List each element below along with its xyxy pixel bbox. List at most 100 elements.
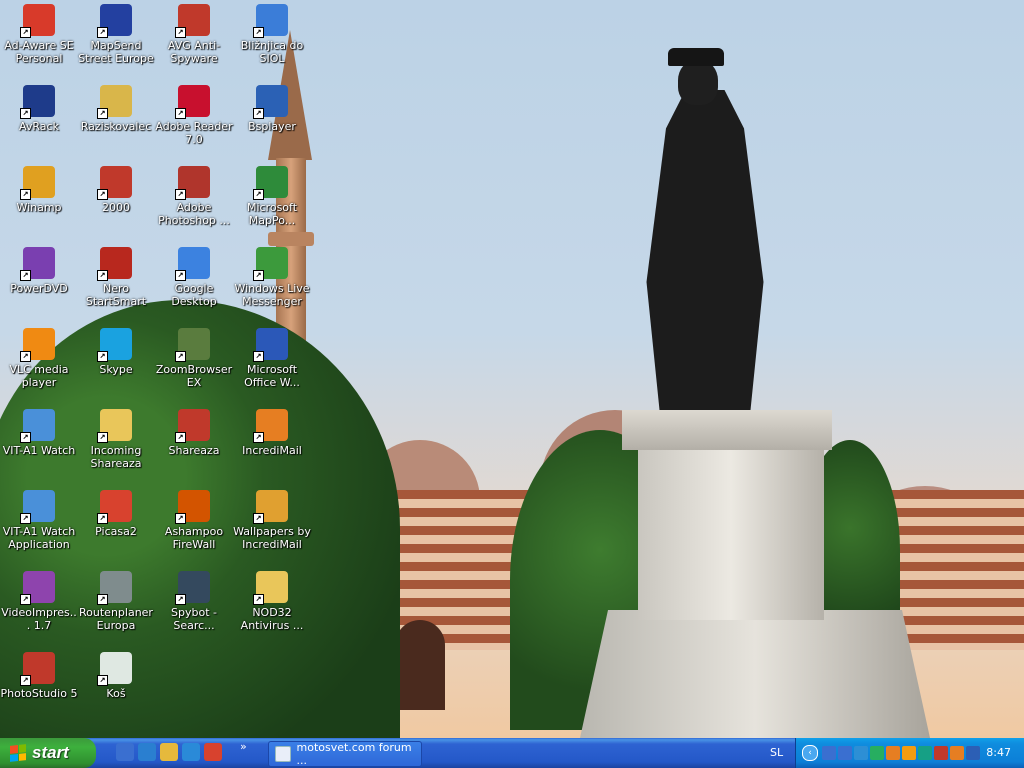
desktop-icon[interactable]: ↗ Wallpapers by IncrediMail: [233, 488, 311, 551]
quick-launch-more-button[interactable]: »: [240, 740, 247, 753]
winamp-icon: ↗: [20, 166, 55, 200]
desktop-icon[interactable]: ↗ AvRack: [0, 83, 78, 133]
desktop-icon[interactable]: ↗ VideoImpres... 1.7: [0, 569, 78, 632]
desktop-icon-label: VIT-A1 Watch: [2, 444, 76, 457]
mappoint-icon: ↗: [253, 166, 288, 200]
nero-icon: ↗: [97, 247, 132, 281]
statue-pedestal: [638, 445, 824, 620]
desktop-icon[interactable]: ↗ Raziskovalec: [77, 83, 155, 133]
mail-icon[interactable]: [204, 743, 222, 761]
desktop-icon[interactable]: ↗ IncrediMail: [233, 407, 311, 457]
desktop-icon-label: Routenplaner Europa: [79, 606, 153, 632]
shortcut-arrow-icon: ↗: [253, 513, 264, 524]
network-icon[interactable]: [822, 746, 836, 760]
avg-icon: ↗: [175, 4, 210, 38]
desktop-icon[interactable]: ↗ PowerDVD: [0, 245, 78, 295]
skype-icon: ↗: [97, 328, 132, 362]
circle-icon[interactable]: [934, 746, 948, 760]
folder-icon[interactable]: [160, 743, 178, 761]
desktop-icon[interactable]: ↗ Nero StartSmart: [77, 245, 155, 308]
desktop-icon[interactable]: ↗ Microsoft MapPo...: [233, 164, 311, 227]
shortcut-arrow-icon: ↗: [175, 513, 186, 524]
mapsend-icon: ↗: [97, 4, 132, 38]
language-indicator[interactable]: SL: [770, 746, 783, 759]
shortcut-arrow-icon: ↗: [20, 27, 31, 38]
desktop-icon-label: VLC media player: [9, 363, 69, 389]
shortcut-arrow-icon: ↗: [175, 108, 186, 119]
desktop-icon[interactable]: ↗ ZoomBrowser EX: [155, 326, 233, 389]
word-icon: ↗: [253, 328, 288, 362]
desktop-icon[interactable]: ↗ 2000: [77, 164, 155, 214]
desktop-icon[interactable]: ↗ VIT-A1 Watch Application: [0, 488, 78, 551]
desktop-icon[interactable]: ↗ Ad-Aware SE Personal: [0, 2, 78, 65]
desktop-icon[interactable]: ↗ PhotoStudio 5: [0, 650, 78, 700]
settings-icon[interactable]: [116, 743, 134, 761]
system-tray: ‹ 8:47: [795, 738, 1024, 768]
desktop-icon-label: AVG Anti-Spyware: [167, 39, 221, 65]
desktop-icon[interactable]: ↗ VLC media player: [0, 326, 78, 389]
desktop-icon-label: Wallpapers by IncrediMail: [233, 525, 311, 551]
shortcut-arrow-icon: ↗: [20, 513, 31, 524]
desktop-icon[interactable]: ↗ Picasa2: [77, 488, 155, 538]
desktop-icon[interactable]: ↗ Google Desktop: [155, 245, 233, 308]
start-button[interactable]: start: [0, 738, 96, 768]
desktop-icon-label: Picasa2: [95, 525, 137, 538]
desktop-icon[interactable]: ↗ Winamp: [0, 164, 78, 214]
desktop-icon[interactable]: ↗ Incoming Shareaza: [77, 407, 155, 470]
desktop-icon[interactable]: ↗ Adobe Photoshop ...: [155, 164, 233, 227]
shortcut-arrow-icon: ↗: [253, 594, 264, 605]
desktop-icon-label: IncrediMail: [242, 444, 302, 457]
sync-icon[interactable]: [854, 746, 868, 760]
vit-watch-icon: ↗: [20, 409, 55, 443]
media-player-icon[interactable]: [138, 743, 156, 761]
shortcut-arrow-icon: ↗: [253, 270, 264, 281]
desktop-icon[interactable]: ↗ Shareaza: [155, 407, 233, 457]
desktop-icon-label: Ashampoo FireWall: [164, 525, 224, 551]
desktop-icon[interactable]: ↗ NOD32 Antivirus ...: [233, 569, 311, 632]
incredimail-icon: ↗: [253, 409, 288, 443]
desktop-icon[interactable]: ↗ Windows Live Messenger: [233, 245, 311, 308]
desktop-icon[interactable]: ↗ Microsoft Office W...: [233, 326, 311, 389]
antivirus-icon[interactable]: [918, 746, 932, 760]
desktop-icon-label: NOD32 Antivirus ...: [240, 606, 304, 632]
avrack-icon: ↗: [20, 85, 55, 119]
clock[interactable]: 8:47: [986, 746, 1011, 759]
shortcut-arrow-icon: ↗: [97, 108, 108, 119]
statue-pedestal-base: [580, 610, 930, 738]
desktop-icon[interactable]: ↗ Routenplaner Europa: [77, 569, 155, 632]
desktop-icon[interactable]: ↗ MapSend Street Europe: [77, 2, 155, 65]
taskbar-window-label: motosvet.com forum ...: [296, 741, 412, 767]
photoshop-icon: ↗: [175, 166, 210, 200]
m-icon[interactable]: [950, 746, 964, 760]
folder-icon: ↗: [253, 571, 288, 605]
statue-head: [678, 60, 718, 105]
desktop-icon[interactable]: ↗ Skype: [77, 326, 155, 376]
desktop-icon-label: Microsoft MapPo...: [246, 201, 298, 227]
statue-cap: [668, 48, 724, 66]
download-icon[interactable]: [870, 746, 884, 760]
desktop-icon[interactable]: ↗ AVG Anti-Spyware: [155, 2, 233, 65]
mail-icon[interactable]: [966, 746, 980, 760]
show-hidden-icons-button[interactable]: ‹: [802, 745, 818, 761]
powerdvd-icon: ↗: [20, 247, 55, 281]
taskbar-window-button[interactable]: motosvet.com forum ...: [268, 741, 422, 767]
desktop-icon[interactable]: ↗ VIT-A1 Watch: [0, 407, 78, 457]
desktop-icon-label: MapSend Street Europe: [78, 39, 154, 65]
firewall-icon: ↗: [175, 490, 210, 524]
desktop-icon[interactable]: ↗ Adobe Reader 7.0: [155, 83, 233, 146]
desktop-icon[interactable]: ↗ Ashampoo FireWall: [155, 488, 233, 551]
desktop-icon[interactable]: ↗ Spybot - Searc...: [155, 569, 233, 632]
desktop-icon[interactable]: ↗ Bsplayer: [233, 83, 311, 133]
folder-icon: ↗: [97, 409, 132, 443]
monitor-icon[interactable]: [886, 746, 900, 760]
shortcut-arrow-icon: ↗: [175, 432, 186, 443]
desktop-icon[interactable]: ↗ Koš: [77, 650, 155, 700]
bsplayer-icon: ↗: [253, 85, 288, 119]
desktop-icon[interactable]: ↗ Bližnjica do SIOL: [233, 2, 311, 65]
internet-explorer-icon[interactable]: [182, 743, 200, 761]
shortcut-arrow-icon: ↗: [97, 351, 108, 362]
shareaza-icon: ↗: [175, 409, 210, 443]
shortcut-arrow-icon: ↗: [20, 432, 31, 443]
shield-icon[interactable]: [902, 746, 916, 760]
network-icon[interactable]: [838, 746, 852, 760]
